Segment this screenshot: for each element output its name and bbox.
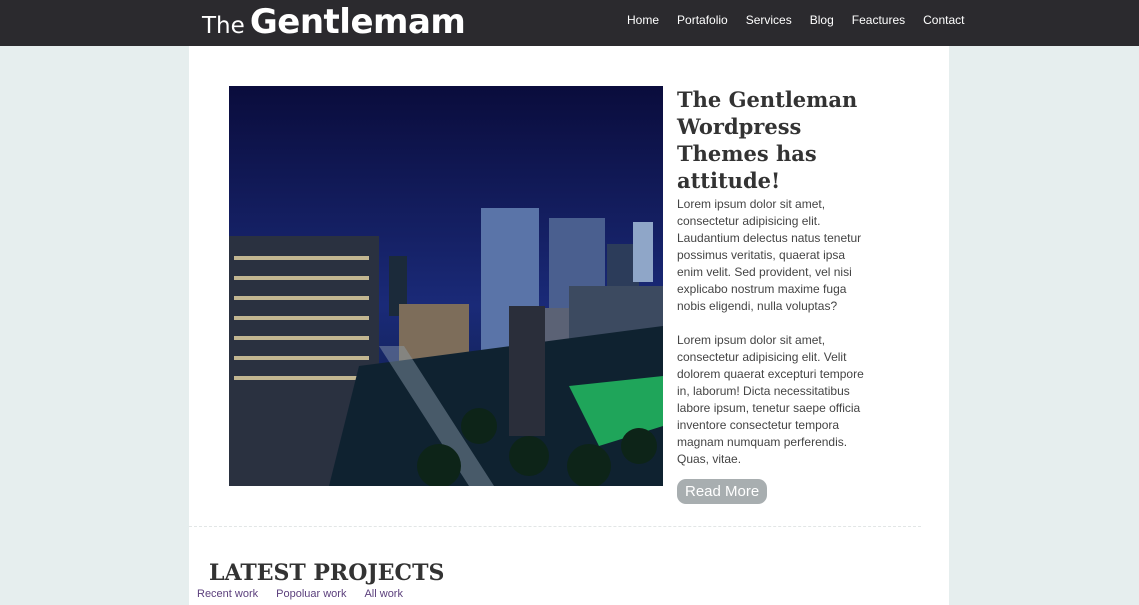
nav-services[interactable]: Services — [746, 13, 792, 27]
filter-recent-work[interactable]: Recent work — [197, 588, 258, 600]
site-logo[interactable]: The Gentlemam — [202, 2, 466, 42]
nav-home[interactable]: Home — [627, 13, 659, 27]
main-nav: Home Portafolio Services Blog Feactures … — [627, 13, 982, 27]
logo-name: Gentlemam — [249, 2, 466, 42]
nav-feactures[interactable]: Feactures — [852, 13, 905, 27]
article-title: The Gentleman Wordpress Themes has attit… — [677, 87, 858, 193]
filter-popular-work[interactable]: Popoluar work — [276, 588, 346, 600]
article-paragraph: Lorem ipsum dolor sit amet, consectetur … — [677, 333, 864, 466]
nav-portafolio[interactable]: Portafolio — [677, 13, 728, 27]
top-navbar: The Gentlemam Home Portafolio Services B… — [0, 0, 1139, 46]
hero-image — [229, 86, 663, 486]
main-content: The Gentleman Wordpress Themes has attit… — [189, 46, 949, 605]
read-more-button[interactable]: Read More — [677, 479, 768, 504]
project-filters: Recent work Popoluar work All work — [197, 588, 421, 600]
nav-blog[interactable]: Blog — [810, 13, 834, 27]
article-paragraph: Lorem ipsum dolor sit amet, consectetur … — [677, 197, 862, 313]
featured-article: The Gentleman Wordpress Themes has attit… — [677, 86, 872, 504]
section-divider — [189, 526, 921, 527]
filter-all-work[interactable]: All work — [364, 588, 403, 600]
logo-prefix: The — [202, 13, 245, 39]
nav-contact[interactable]: Contact — [923, 13, 964, 27]
latest-projects-title: LATEST PROJECTS — [209, 560, 445, 586]
